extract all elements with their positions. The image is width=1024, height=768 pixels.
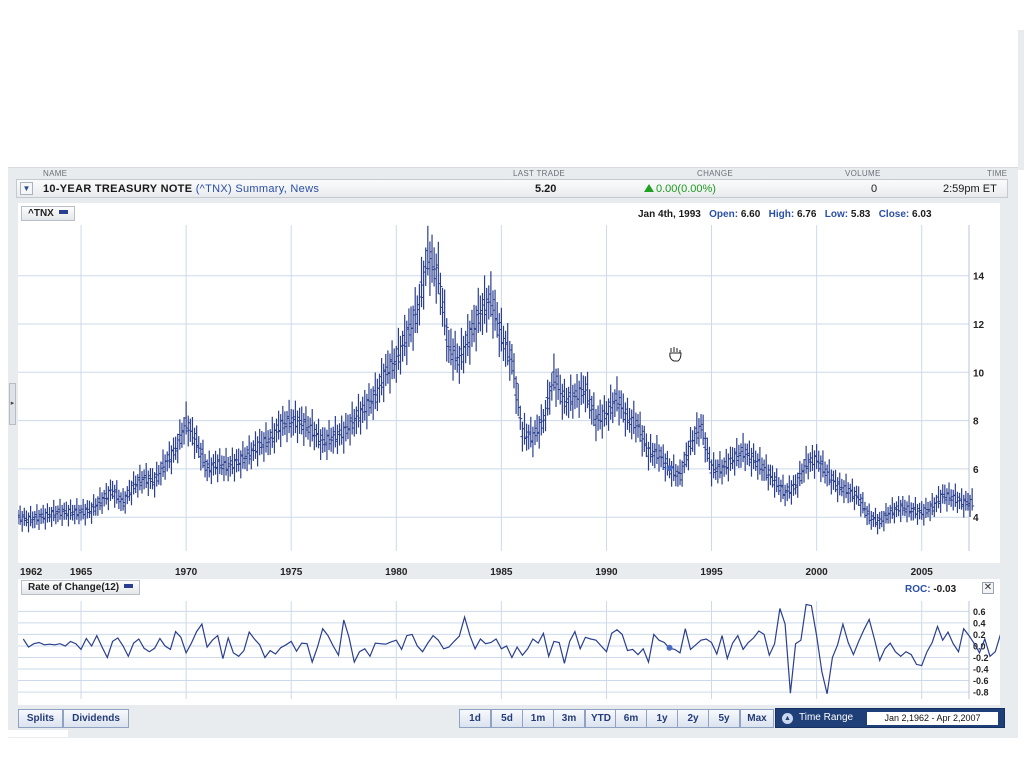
ohlc-info: Jan 4th, 1993 Open: 6.60 High: 6.76 Low:… bbox=[638, 209, 932, 220]
last-trade-value: 5.20 bbox=[535, 183, 557, 195]
range-button-6m[interactable]: 6m bbox=[615, 709, 647, 728]
summary-link[interactable]: Summary bbox=[235, 183, 283, 195]
info-open: 6.60 bbox=[740, 209, 761, 220]
change-text: 0.00(0.00%) bbox=[656, 183, 716, 195]
range-button-1d[interactable]: 1d bbox=[459, 709, 491, 728]
link-separator: , bbox=[283, 183, 288, 195]
x-tick-label: 1995 bbox=[700, 567, 723, 578]
roc-y-tick-label: -0.8 bbox=[973, 688, 989, 698]
range-button-1m[interactable]: 1m bbox=[522, 709, 554, 728]
col-head-volume: VOLUME bbox=[845, 169, 881, 178]
series-swatch bbox=[58, 210, 68, 214]
hand-icon bbox=[669, 347, 682, 362]
chart-app: NAME LAST TRADE CHANGE VOLUME TIME ▼ 10-… bbox=[0, 0, 1024, 768]
info-open-label: Open: bbox=[709, 209, 739, 220]
main-chart-panel: 4 6 8 10 12 14 bbox=[16, 203, 1000, 563]
close-icon[interactable]: ✕ bbox=[982, 582, 994, 594]
range-button-5d[interactable]: 5d bbox=[491, 709, 523, 728]
roc-chart[interactable]: 0.60.40.20.0-0.2-0.4-0.6-0.8 bbox=[18, 579, 1024, 705]
volume-value: 0 bbox=[871, 183, 878, 195]
splits-button[interactable]: Splits bbox=[18, 709, 63, 728]
x-tick-label: 1962 bbox=[20, 567, 43, 578]
roc-swatch bbox=[124, 584, 134, 588]
x-tick-label: 1980 bbox=[385, 567, 408, 578]
roc-y-tick-label: -0.4 bbox=[973, 665, 989, 675]
time-range-button[interactable]: ▲ Time Range Jan 2,1962 - Apr 2,2007 bbox=[775, 708, 1005, 728]
roc-value: -0.03 bbox=[933, 584, 957, 595]
roc-y-tick-label: 0.6 bbox=[973, 607, 986, 617]
info-low: 5.83 bbox=[850, 209, 871, 220]
x-tick-label: 2000 bbox=[806, 567, 829, 578]
info-close-label: Close: bbox=[878, 209, 910, 220]
x-tick-label: 2005 bbox=[911, 567, 934, 578]
range-button-ytd[interactable]: YTD bbox=[585, 709, 617, 728]
x-tick-label: 1990 bbox=[595, 567, 618, 578]
y-tick-label: 12 bbox=[973, 320, 985, 331]
symbol-badge[interactable]: ^TNX bbox=[21, 206, 75, 221]
roc-label: ROC: bbox=[905, 584, 931, 595]
time-range-label: Time Range bbox=[799, 712, 854, 723]
roc-y-tick-label: 0.2 bbox=[973, 630, 986, 640]
info-high: 6.76 bbox=[796, 209, 817, 220]
bottom-strip bbox=[8, 730, 68, 737]
info-high-label: High: bbox=[768, 209, 795, 220]
info-date: Jan 4th, 1993 bbox=[638, 209, 701, 220]
price-chart[interactable]: 4 6 8 10 12 14 bbox=[16, 203, 1000, 563]
chevron-down-icon[interactable]: ▼ bbox=[20, 182, 33, 195]
roc-info: ROC: -0.03 bbox=[905, 584, 956, 595]
x-tick-label: 1985 bbox=[490, 567, 513, 578]
chevron-up-icon: ▲ bbox=[782, 713, 793, 724]
time-value: 2:59pm ET bbox=[943, 183, 997, 195]
change-value: 0.00(0.00%) bbox=[644, 183, 716, 195]
expand-panel-tab[interactable]: ▸ bbox=[9, 383, 16, 425]
info-close: 6.03 bbox=[912, 209, 932, 220]
roc-highlight-point bbox=[666, 644, 673, 651]
range-button-max[interactable]: Max bbox=[740, 709, 774, 728]
x-tick-label: 1975 bbox=[280, 567, 303, 578]
roc-chart-panel: 0.6 0.4 0.2 0.0 -0.2 -0.4 -0.6 -0.8 bbox=[18, 579, 1024, 705]
roc-badge-label: Rate of Change(12) bbox=[28, 582, 120, 593]
col-head-change: CHANGE bbox=[697, 169, 734, 178]
info-low-label: Low: bbox=[824, 209, 849, 220]
time-range-value: Jan 2,1962 - Apr 2,2007 bbox=[867, 712, 998, 725]
y-tick-label: 14 bbox=[973, 272, 985, 283]
hand-shape bbox=[669, 347, 682, 362]
range-button-1y[interactable]: 1y bbox=[646, 709, 678, 728]
security-name: 10-YEAR TREASURY NOTE (^TNX) Summary, Ne… bbox=[43, 183, 319, 195]
window-edge bbox=[1018, 30, 1024, 170]
col-head-name: NAME bbox=[43, 169, 68, 178]
x-tick-label: 1970 bbox=[175, 567, 198, 578]
roc-badge[interactable]: Rate of Change(12) bbox=[21, 580, 141, 595]
x-tick-label: 1965 bbox=[70, 567, 93, 578]
y-tick-label: 6 bbox=[973, 465, 979, 476]
y-tick-label: 8 bbox=[973, 417, 979, 428]
roc-y-tick-label: -0.6 bbox=[973, 676, 989, 686]
col-head-last-trade: LAST TRADE bbox=[513, 169, 566, 178]
x-axis: 1962 1965 1970 1975 1980 1985 1990 1995 2000 2005 bbox=[20, 567, 934, 578]
security-title: 10-YEAR TREASURY NOTE bbox=[43, 183, 193, 195]
y-tick-label: 4 bbox=[973, 513, 979, 524]
col-head-time: TIME bbox=[987, 169, 1008, 178]
roc-y-tick-label: -0.2 bbox=[973, 653, 989, 663]
symbol-badge-label: ^TNX bbox=[28, 208, 54, 219]
dividends-button[interactable]: Dividends bbox=[63, 709, 129, 728]
range-button-5y[interactable]: 5y bbox=[708, 709, 740, 728]
highlight-point bbox=[666, 465, 673, 472]
y-tick-label: 10 bbox=[973, 368, 985, 379]
quote-bar: ▼ 10-YEAR TREASURY NOTE (^TNX) Summary, … bbox=[16, 179, 1008, 198]
range-button-3m[interactable]: 3m bbox=[553, 709, 585, 728]
news-link[interactable]: News bbox=[290, 183, 319, 195]
up-arrow-icon bbox=[644, 184, 654, 192]
symbol: (^TNX) bbox=[195, 183, 232, 195]
roc-y-tick-label: 0.4 bbox=[973, 618, 986, 628]
range-button-2y[interactable]: 2y bbox=[677, 709, 709, 728]
